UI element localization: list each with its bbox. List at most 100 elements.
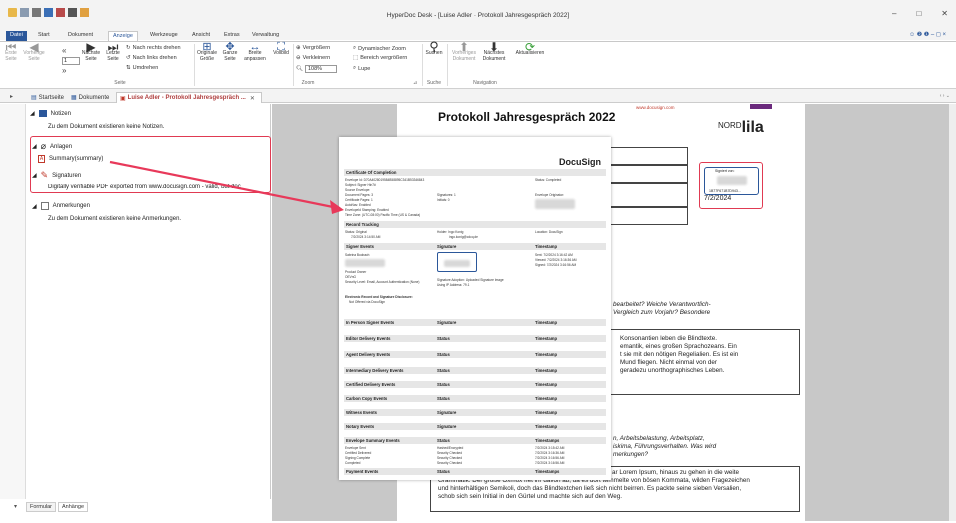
- cert-section: Payment Events Status Timestamps: [344, 468, 606, 475]
- rotate-right-button[interactable]: ↻ Nach rechts drehen: [126, 45, 181, 51]
- tab-formular[interactable]: Formular: [26, 502, 57, 512]
- cert-summary-cell: 7/2/2024 3:15:42 AM: [535, 446, 565, 450]
- scroll-down-icon[interactable]: ▾: [14, 503, 17, 510]
- maximize-button[interactable]: □: [916, 9, 921, 18]
- tab-werkzeuge[interactable]: Werkzeuge: [146, 31, 182, 41]
- zoom-group-expand-icon[interactable]: ⊿: [413, 80, 417, 86]
- whole-page-button[interactable]: ✥ Ganze Seite: [220, 42, 240, 63]
- certificate-preview[interactable]: DocuSign Certificate Of Completion Envel…: [339, 137, 611, 480]
- search-button[interactable]: ⚲ Suchen: [424, 40, 444, 56]
- question-text: n, Arbeitsbelastung, Arbeitsplatz,: [613, 435, 705, 442]
- redacted-text: [535, 199, 575, 209]
- last-page-button[interactable]: ⏭ Letzte Seite: [104, 41, 122, 62]
- logo-bar: [750, 104, 772, 109]
- body-text: Mund fliegen. Nicht einmal von der: [620, 359, 717, 366]
- pdf-file-icon: A: [38, 155, 45, 163]
- cert-line: ingo.konig@cdcq.de: [449, 235, 478, 239]
- cert-summary-cell: 7/2/2024 3:16:56 AM: [535, 456, 565, 460]
- dynamic-zoom-button[interactable]: ⌕ Dynamischer Zoom: [353, 45, 406, 52]
- body-text: emantik, eines großen Sprachozeans. Ein: [620, 343, 737, 350]
- tab-anhaenge[interactable]: Anhänge: [58, 502, 89, 512]
- group-label-navigation: Navigation: [473, 80, 497, 86]
- annotation-icon: [40, 202, 49, 210]
- area-zoom-button[interactable]: ⬚ Bereich vergrößern: [353, 55, 407, 61]
- cert-line: Security Level: Email, Account Authentic…: [345, 280, 420, 284]
- loupe-icon: ⌕: [353, 65, 357, 71]
- zoom-out-button[interactable]: ⊖ Verkleinern: [296, 55, 330, 61]
- close-button[interactable]: ✕: [941, 9, 948, 18]
- signature-image: [444, 260, 470, 267]
- cert-line: Sent: 7/2/2024 3:16:42 AM: [535, 253, 573, 257]
- fullscreen-button[interactable]: ⛶ Vollbild: [270, 42, 292, 57]
- cert-line: Location: DocuSign: [535, 230, 563, 234]
- left-gutter: [0, 104, 26, 499]
- tab-verwaltung[interactable]: Verwaltung: [248, 31, 283, 41]
- help-icons[interactable]: ☺ ❷ ❶ – ◻ ×: [909, 31, 946, 38]
- cert-line: Source Envelope:: [345, 188, 371, 192]
- original-size-button[interactable]: ⊞ Originale Größe: [196, 42, 218, 63]
- refresh-button[interactable]: ⟳ Aktualisieren: [510, 41, 550, 56]
- company-logo: NORD lila: [718, 119, 764, 136]
- tab-scroll-icons[interactable]: ‹ › ⌄: [940, 93, 950, 99]
- rotate-left-button[interactable]: ↺ Nach links drehen: [126, 55, 177, 61]
- notes-icon: [38, 110, 47, 117]
- documents-icon: ▦: [71, 95, 77, 101]
- tree-annotations[interactable]: ◢ Anmerkungen: [32, 202, 90, 210]
- group-label-zoom: Zoom: [301, 80, 315, 86]
- tree-signatures[interactable]: ◢ ✎ Signaturen: [32, 170, 81, 181]
- minimize-button[interactable]: –: [892, 9, 896, 18]
- menu-tab-row: [0, 29, 956, 40]
- vertical-scrollbar[interactable]: [949, 104, 956, 521]
- tree-notes[interactable]: ◢ Notizen: [30, 110, 71, 117]
- home-page-icon: ▤: [31, 95, 37, 101]
- signature-info[interactable]: Digitally verifiable PDF exported from w…: [48, 184, 268, 190]
- paperclip-icon: ⌀: [40, 141, 47, 151]
- docusign-logo: DocuSign: [559, 157, 601, 167]
- panel-toggle-icon[interactable]: ▸: [10, 93, 13, 100]
- tree-attachments[interactable]: ◢ ⌀ Anlagen: [32, 141, 72, 152]
- fit-width-button[interactable]: ↔ Breite anpassen: [242, 42, 268, 63]
- form-field: [606, 165, 688, 183]
- zoom-in-icon: ⊕: [296, 45, 301, 51]
- zoom-select[interactable]: 🔍︎ 108%: [296, 65, 338, 73]
- zoom-in-button[interactable]: ⊕ Vergrößern: [296, 45, 330, 51]
- page-number-input[interactable]: 1: [62, 57, 80, 65]
- signature-pen-icon: ✎: [40, 170, 49, 180]
- dynamic-zoom-icon: ⌕: [353, 45, 357, 51]
- first-page-button[interactable]: ⏮ Erste Seite: [4, 41, 18, 62]
- flip-button[interactable]: ⇅ Umdrehen: [126, 65, 158, 71]
- area-zoom-icon: ⬚: [353, 55, 359, 61]
- prev-document-button[interactable]: ⬆ Vorheriges Dokument: [450, 41, 478, 62]
- page-down-icon[interactable]: »: [62, 66, 66, 75]
- page-up-icon[interactable]: «: [62, 46, 66, 55]
- bottom-tabs: Formular Anhänge: [26, 502, 89, 512]
- loupe-button[interactable]: ⌕ Lupe: [353, 65, 370, 72]
- tab-current-document[interactable]: ▣ Luise Adler - Protokoll Jahresgespräch …: [116, 92, 262, 103]
- prev-page-button[interactable]: ◀ Vorherige Seite: [22, 41, 46, 62]
- cert-line: Signature Adoption: Uploaded Signature I…: [437, 278, 504, 282]
- tab-startseite[interactable]: ▤ Startseite: [28, 92, 67, 103]
- tree-summary-attachment[interactable]: A Summary(summary): [38, 155, 103, 163]
- next-page-button[interactable]: ▶ Nächste Seite: [80, 41, 102, 62]
- body-text: ar Lorem Ipsum, hinaus zu gehen in die w…: [612, 469, 740, 476]
- form-field: [606, 183, 688, 207]
- tab-extras[interactable]: Extras: [220, 31, 244, 41]
- tab-dokumente[interactable]: ▦ Dokumente: [68, 92, 112, 103]
- cert-line: Viewed: 7/2/2024 3:16:36 AM: [535, 258, 577, 262]
- rotate-right-icon: ↻: [126, 45, 131, 51]
- group-label-seite: Seite: [114, 80, 126, 86]
- form-field: [606, 147, 688, 165]
- cert-section: Signer Events Signature Timestamp: [344, 243, 606, 250]
- next-document-button[interactable]: ⬇ Nächstes Dokument: [480, 41, 508, 62]
- cert-section: Agent Delivery Events Status Timestamp: [344, 351, 606, 358]
- question-text: merkungen?: [613, 451, 649, 458]
- cert-section: Carbon Copy Events Status Timestamp: [344, 395, 606, 402]
- body-text: t sie mit den nötigen Regelialien. Es is…: [620, 351, 739, 358]
- cert-line: Time Zone: (UTC-08:00) Pacific Time (US …: [345, 213, 421, 217]
- cert-line: Using IP Address: 79.1: [437, 283, 470, 287]
- collapse-icon: ◢: [30, 111, 35, 117]
- cert-section: Certified Delivery Events Status Timestamp: [344, 381, 606, 388]
- cert-line: Not Offered via DocuSign: [349, 300, 386, 304]
- tab-ansicht[interactable]: Ansicht: [188, 31, 214, 41]
- close-tab-icon[interactable]: ✕: [250, 95, 255, 102]
